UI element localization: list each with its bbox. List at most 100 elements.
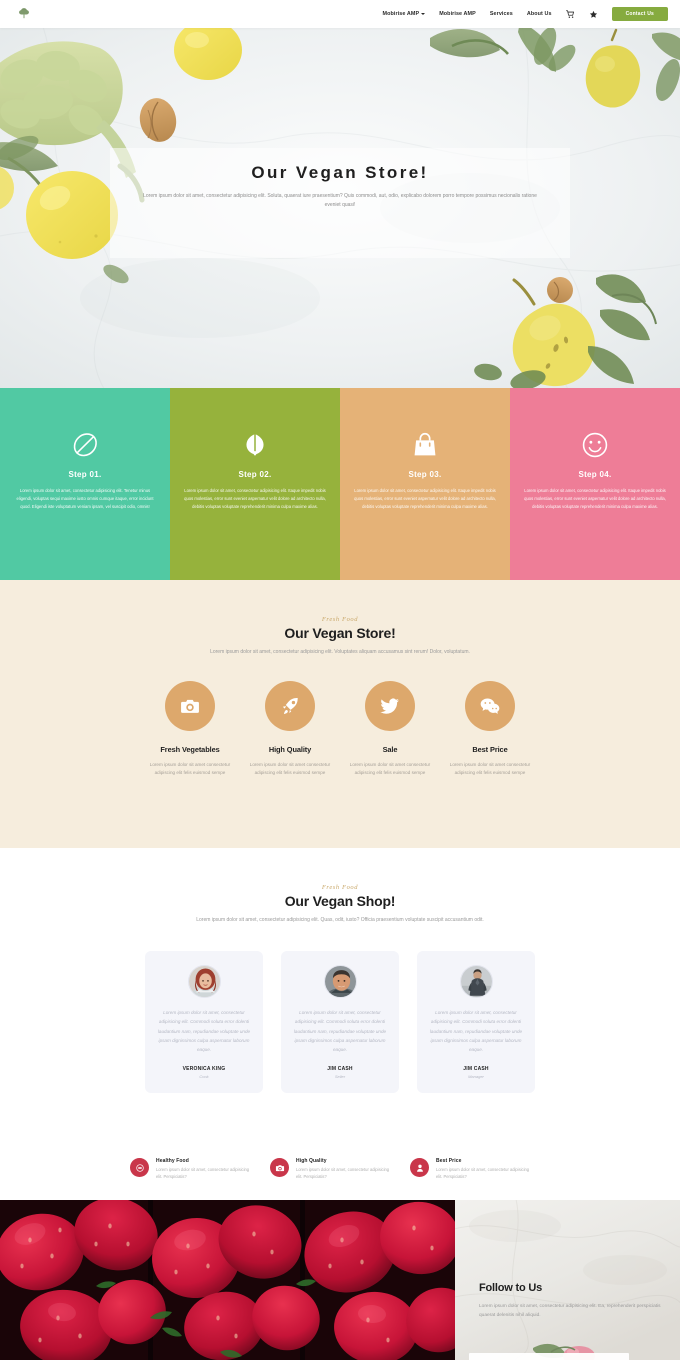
step-text: Lorem ipsum dolor sit amet, consectetur … (354, 488, 496, 509)
nav-item-label: About Us (526, 11, 552, 17)
mini-feature-title: Best Price (436, 1158, 462, 1164)
nav-item-about-us[interactable]: About Us (527, 11, 552, 17)
feature-text: Lorem ipsum dolor sit amet consectetur a… (449, 761, 531, 776)
lemon-icon (70, 424, 100, 466)
features-eyebrow: Fresh Food (321, 616, 359, 623)
avatar-man-smiling-image (324, 965, 356, 997)
mini-feature-text-group: High Quality Lorem ipsum dolor sit amet,… (296, 1158, 392, 1200)
avatar (459, 964, 493, 998)
camera-glyph (275, 1164, 284, 1171)
smiley-face-icon (580, 424, 610, 466)
testimonial-name: VERONICA KING (182, 1065, 226, 1072)
hero-content: Our Vegan Store! Lorem ipsum dolor sit a… (0, 163, 680, 209)
brand-logo[interactable] (16, 6, 32, 22)
feature-sale: Sale Lorem ipsum dolor sit amet consecte… (340, 680, 440, 778)
shopping-bag-glyph (414, 432, 436, 456)
twitter-bird-icon (365, 680, 415, 731)
mini-feature-healthy-food: Healthy Food Lorem ipsum dolor sit amet,… (130, 1158, 270, 1200)
star-glyph (589, 10, 597, 18)
medal-glyph (135, 1163, 144, 1172)
mini-feature-text: Lorem ipsum dolor sit amet, consectetur … (436, 1167, 530, 1180)
avatar (187, 964, 221, 998)
feature-title: Fresh Vegetables (160, 744, 220, 754)
follow-panel: Follow to Us Lorem ipsum dolor sit amet,… (455, 1200, 680, 1360)
smiley-face-glyph (582, 432, 608, 458)
feature-best-price: Best Price Lorem ipsum dolor sit amet co… (440, 680, 540, 778)
feature-title: Sale (382, 744, 398, 754)
testimonial-card: Lorem ipsum dolor sit amet, consectetur … (145, 950, 263, 1093)
nav-item-mobirise-amp-dropdown[interactable]: Mobirise AMP (383, 11, 426, 17)
testimonials-section: Fresh Food Our Vegan Shop! Lorem ipsum d… (0, 848, 680, 1148)
chat-bubbles-icon (465, 680, 515, 731)
mini-feature-high-quality: High Quality Lorem ipsum dolor sit amet,… (270, 1158, 410, 1200)
contact-us-button[interactable]: Contact Us (611, 7, 668, 21)
nav-item-services[interactable]: Services (490, 11, 513, 17)
step-card-01: Step 01. Lorem ipsum dolor sit amet, con… (0, 388, 170, 580)
follow-background-image (455, 1200, 680, 1360)
follow-title: Follow to Us (479, 1282, 542, 1294)
broccoli-tree-logo-icon (19, 8, 29, 19)
mini-feature-text: Lorem ipsum dolor sit amet, consectetur … (156, 1167, 250, 1180)
step-text: Lorem ipsum dolor sit amet, consectetur … (184, 488, 326, 509)
step-card-03: Step 03. Lorem ipsum dolor sit amet, con… (340, 388, 510, 580)
testimonial-role: Cook (199, 1073, 209, 1079)
features-row: Fresh Vegetables Lorem ipsum dolor sit a… (0, 680, 680, 778)
testimonial-role: Manager (468, 1073, 484, 1079)
mini-features-section: Healthy Food Lorem ipsum dolor sit amet,… (0, 1148, 680, 1200)
testimonials-subtitle: Lorem ipsum dolor sit amet, consectetur … (196, 917, 484, 923)
avatar-man-standing-image (460, 965, 492, 997)
features-subtitle: Lorem ipsum dolor sit amet, consectetur … (210, 649, 470, 655)
steps-section: Step 01. Lorem ipsum dolor sit amet, con… (0, 388, 680, 580)
step-title: Step 02. (238, 470, 272, 479)
mini-feature-title: High Quality (296, 1158, 327, 1164)
page-root: Mobirise AMP Mobirise AMP Services About… (0, 0, 680, 1360)
hero-subtitle: Lorem ipsum dolor sit amet, consectetur … (143, 193, 537, 208)
testimonials-eyebrow: Fresh Food (321, 884, 359, 891)
step-title: Step 04. (578, 470, 612, 479)
testimonial-card: Lorem ipsum dolor sit amet, consectetur … (417, 950, 535, 1093)
person-icon (410, 1158, 429, 1177)
navbar: Mobirise AMP Mobirise AMP Services About… (0, 0, 680, 28)
mini-feature-text-group: Best Price Lorem ipsum dolor sit amet, c… (436, 1158, 532, 1200)
chevron-down-icon (421, 13, 426, 15)
feature-title: Best Price (472, 744, 508, 754)
shopping-cart-icon[interactable] (565, 9, 575, 19)
testimonial-quote: Lorem ipsum dolor sit amet, consectetur … (293, 1009, 387, 1053)
testimonial-name: JIM CASH (463, 1065, 489, 1072)
leaf-avocado-icon (240, 424, 270, 466)
testimonial-role: Seller (334, 1073, 346, 1079)
follow-section: Follow to Us Lorem ipsum dolor sit amet,… (0, 1200, 680, 1360)
feature-high-quality: High Quality Lorem ipsum dolor sit amet … (240, 680, 340, 778)
nav-item-label: Services (489, 11, 513, 17)
nav-item-mobirise-amp[interactable]: Mobirise AMP (439, 11, 476, 17)
star-icon[interactable] (589, 10, 598, 19)
mini-feature-text: Lorem ipsum dolor sit amet, consectetur … (296, 1167, 390, 1180)
mini-feature-text-group: Healthy Food Lorem ipsum dolor sit amet,… (156, 1158, 252, 1200)
page-title: Our Vegan Store! (251, 163, 429, 182)
strawberries-image (0, 1200, 455, 1360)
testimonial-cards-row: Lorem ipsum dolor sit amet, consectetur … (0, 950, 680, 1093)
feature-title: High Quality (268, 744, 312, 754)
testimonial-quote: Lorem ipsum dolor sit amet, consectetur … (429, 1009, 523, 1053)
step-text: Lorem ipsum dolor sit amet, consectetur … (16, 488, 154, 509)
feature-text: Lorem ipsum dolor sit amet consectetur a… (349, 761, 431, 776)
features-section: Fresh Food Our Vegan Store! Lorem ipsum … (0, 580, 680, 848)
twitter-bird-glyph (380, 698, 399, 714)
camera-icon (165, 680, 215, 731)
lemon-glyph (73, 433, 97, 457)
person-glyph (416, 1164, 423, 1172)
follow-text: Lorem ipsum dolor sit amet, consectetur … (479, 1304, 661, 1319)
features-title: Our Vegan Store! (284, 625, 396, 641)
hero-section: Our Vegan Store! Lorem ipsum dolor sit a… (0, 28, 680, 388)
step-text: Lorem ipsum dolor sit amet, consectetur … (524, 488, 666, 509)
shopping-cart-glyph (565, 9, 574, 18)
avatar-woman-red-hair-image (188, 965, 220, 997)
mini-feature-best-price: Best Price Lorem ipsum dolor sit amet, c… (410, 1158, 550, 1200)
step-title: Step 03. (408, 470, 442, 479)
rocket-glyph (282, 697, 298, 714)
feature-text: Lorem ipsum dolor sit amet consectetur a… (149, 761, 231, 776)
avatar (323, 964, 357, 998)
leaf-avocado-glyph (246, 434, 264, 456)
follow-content: Follow to Us Lorem ipsum dolor sit amet,… (479, 1282, 662, 1320)
testimonial-quote: Lorem ipsum dolor sit amet, consectetur … (157, 1009, 251, 1053)
